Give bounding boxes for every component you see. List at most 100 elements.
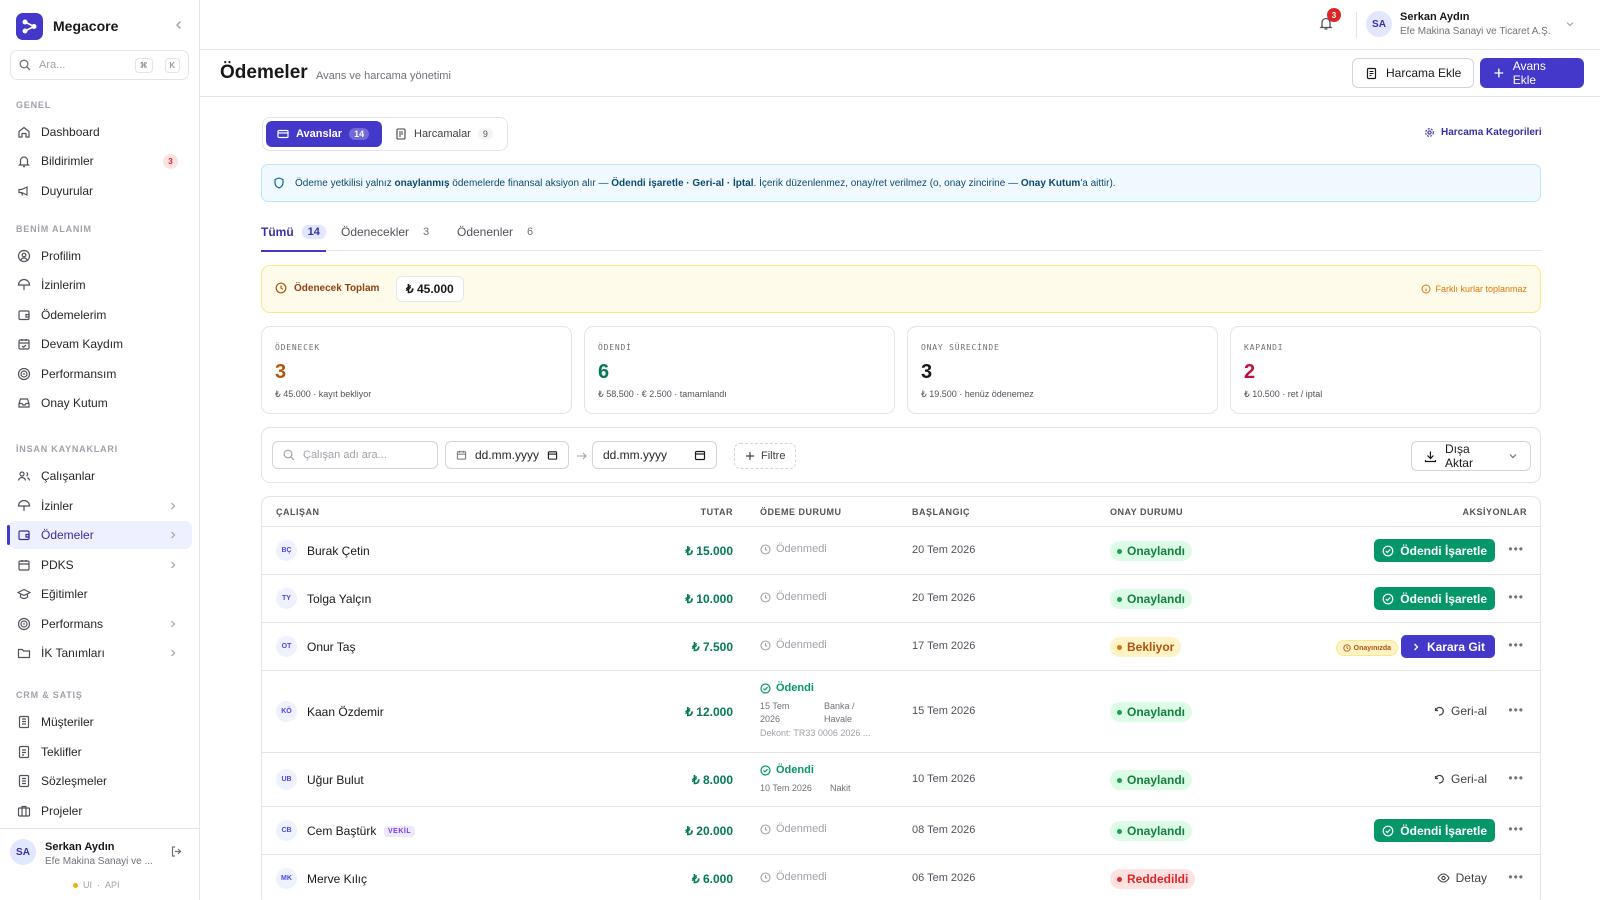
sidebar-item-performansim[interactable]: Performansım	[8, 360, 192, 388]
sidebar-item-calisanlar[interactable]: Çalışanlar	[8, 462, 192, 490]
employee-name[interactable]: Merve Kılıç	[307, 872, 367, 886]
employee-name[interactable]: Cem Baştürk	[307, 824, 376, 838]
detail-button[interactable]: Detay	[1437, 871, 1487, 885]
amount: ₺ 15.000	[685, 544, 733, 558]
status-ui-label: UI	[83, 880, 92, 890]
user-company: Efe Makina Sanayi ve Ticaret A.Ş.	[1400, 26, 1551, 37]
employee-name[interactable]: Onur Taş	[307, 640, 355, 654]
revert-button[interactable]: Geri-al	[1433, 772, 1487, 786]
clock-icon	[275, 282, 287, 294]
tab-odenecekler[interactable]: Ödenecekler 3	[341, 212, 435, 251]
add-expense-button[interactable]: Harcama Ekle	[1352, 58, 1475, 88]
sidebar-search-input[interactable]: Ara... ⌘ K	[10, 50, 189, 80]
credit-card-icon	[277, 129, 289, 139]
more-actions-icon[interactable]: •••	[1508, 870, 1524, 884]
date-to-input[interactable]: dd.mm.yyyy	[592, 441, 717, 469]
stat-card-kapandi: KAPANDI 2 ₺ 10.500 · ret / iptal	[1230, 326, 1541, 414]
collapse-sidebar-icon[interactable]	[172, 18, 186, 32]
employee-search-input[interactable]: Çalışan adı ara...	[272, 441, 438, 469]
sidebar-item-ik-tanimlari[interactable]: İK Tanımları	[8, 639, 192, 667]
sidebar-item-label: Dashboard	[41, 125, 100, 139]
mark-paid-button[interactable]: Ödendi İşaretle	[1374, 819, 1495, 842]
payment-status: Ödendi	[760, 764, 814, 776]
table-row: MK Merve Kılıç ₺ 6.000 Ödenmedi 06 Tem 2…	[262, 855, 1540, 900]
revert-button[interactable]: Geri-al	[1433, 704, 1487, 718]
info-text: Ödeme yetkilisi yalnız onaylanmış ödemel…	[295, 178, 1116, 189]
tab-tumu[interactable]: Tümü 14	[261, 212, 326, 252]
check-circle-icon	[1382, 593, 1394, 604]
amount: ₺ 20.000	[685, 824, 733, 838]
chevron-right-icon	[171, 502, 176, 510]
employee-search-placeholder: Çalışan adı ara...	[303, 449, 387, 461]
more-actions-icon[interactable]: •••	[1508, 703, 1524, 717]
logout-icon[interactable]	[170, 845, 183, 858]
sidebar-item-izinler[interactable]: İzinler	[8, 492, 192, 520]
payment-status: Ödenmedi	[760, 591, 827, 603]
topbar: 3 SA Serkan Aydın Efe Makina Sanayi ve T…	[200, 0, 1600, 50]
sidebar-item-performans[interactable]: Performans	[8, 610, 192, 638]
sidebar-item-bildirimler[interactable]: Bildirimler 3	[8, 147, 192, 175]
table-row: TY Tolga Yalçın ₺ 10.000 Ödenmedi 20 Tem…	[262, 575, 1540, 623]
sidebar-item-duyurular[interactable]: Duyurular	[8, 177, 192, 205]
calendar-icon	[456, 450, 467, 460]
export-button[interactable]: Dışa Aktar	[1411, 441, 1531, 471]
sidebar-item-musteriler[interactable]: Müşteriler	[8, 708, 192, 736]
avatar: UB	[276, 769, 297, 790]
awaiting-your-approval-badge: Onayınızda	[1335, 640, 1398, 656]
payment-status-label: Ödendi	[776, 682, 814, 694]
tab-odenenler[interactable]: Ödenenler 6	[457, 212, 539, 251]
revert-label: Geri-al	[1450, 772, 1487, 786]
employee-name[interactable]: Tolga Yalçın	[307, 592, 371, 606]
stat-card-onay-surecinde: ONAY SÜRECİNDE 3 ₺ 19.500 · henüz ödenem…	[907, 326, 1218, 414]
expense-categories-link[interactable]: Harcama Kategorileri	[1424, 127, 1542, 138]
sidebar-item-izinlerim[interactable]: İzinlerim	[8, 271, 192, 299]
employee-name[interactable]: Uğur Bulut	[307, 773, 364, 787]
sidebar-item-odemeler[interactable]: Ödemeler	[7, 521, 192, 549]
sidebar-item-teklifler[interactable]: Teklifler	[8, 738, 192, 766]
add-advance-button[interactable]: Avans Ekle	[1480, 58, 1584, 88]
status-dot	[1117, 777, 1122, 783]
more-actions-icon[interactable]: •••	[1508, 771, 1524, 785]
start-date: 20 Tem 2026	[912, 544, 976, 556]
add-filter-button[interactable]: Filtre	[734, 443, 797, 469]
employee-name[interactable]: Kaan Özdemir	[307, 705, 384, 719]
date-from-input[interactable]: dd.mm.yyyy	[445, 441, 569, 469]
sidebar-item-dashboard[interactable]: Dashboard	[8, 118, 192, 146]
sidebar-item-projeler[interactable]: Projeler	[8, 797, 192, 825]
employee-name[interactable]: Burak Çetin	[307, 544, 370, 558]
shortcut-key-cmd: ⌘	[134, 57, 153, 73]
mark-paid-button[interactable]: Ödendi İşaretle	[1374, 539, 1495, 562]
sidebar-item-pdks[interactable]: PDKS	[8, 551, 192, 579]
check-circle-icon	[1382, 825, 1394, 836]
payment-status: Ödendi	[760, 682, 814, 694]
user-menu[interactable]: SA Serkan Aydın Efe Makina Sanayi ve Tic…	[1366, 11, 1575, 37]
sidebar-item-egitimler[interactable]: Eğitimler	[8, 580, 192, 608]
more-actions-icon[interactable]: •••	[1508, 822, 1524, 836]
section-genel: GENEL	[16, 100, 52, 110]
payable-total-label: Ödenecek Toplam	[294, 282, 380, 294]
mark-paid-button[interactable]: Ödendi İşaretle	[1374, 587, 1495, 610]
notifications-count-badge: 3	[1327, 8, 1341, 22]
brand[interactable]: Megacore	[16, 12, 186, 40]
col-amount: TUTAR	[700, 507, 733, 517]
more-actions-icon[interactable]: •••	[1508, 542, 1524, 556]
segment-harcamalar[interactable]: Harcamalar 9	[391, 121, 493, 147]
segment-avanslar[interactable]: Avanslar 14	[266, 121, 382, 147]
go-to-decision-button[interactable]: Karara Git	[1400, 635, 1495, 658]
clock-icon	[760, 823, 771, 835]
more-actions-icon[interactable]: •••	[1508, 638, 1524, 652]
sidebar-item-profilim[interactable]: Profilim	[8, 242, 192, 270]
more-actions-icon[interactable]: •••	[1508, 590, 1524, 604]
sidebar-item-onay-kutum[interactable]: Onay Kutum	[8, 389, 192, 417]
sidebar-item-sozlesmeler[interactable]: Sözleşmeler	[8, 767, 192, 795]
sidebar-item-devam-kaydim[interactable]: Devam Kaydım	[8, 330, 192, 358]
sidebar-item-label: Müşteriler	[41, 715, 94, 729]
calendar-picker-icon[interactable]	[547, 449, 558, 461]
sidebar-item-odemelerim[interactable]: Ödemelerim	[8, 301, 192, 329]
undo-icon	[1434, 774, 1444, 784]
sidebar: Megacore Ara... ⌘ K GENEL Dashboard Bild…	[0, 0, 200, 900]
calendar-picker-icon[interactable]	[694, 449, 706, 461]
col-approval-status: ONAY DURUMU	[1110, 507, 1184, 517]
avatar[interactable]: SA	[10, 839, 36, 865]
check-circle-icon	[760, 764, 771, 776]
